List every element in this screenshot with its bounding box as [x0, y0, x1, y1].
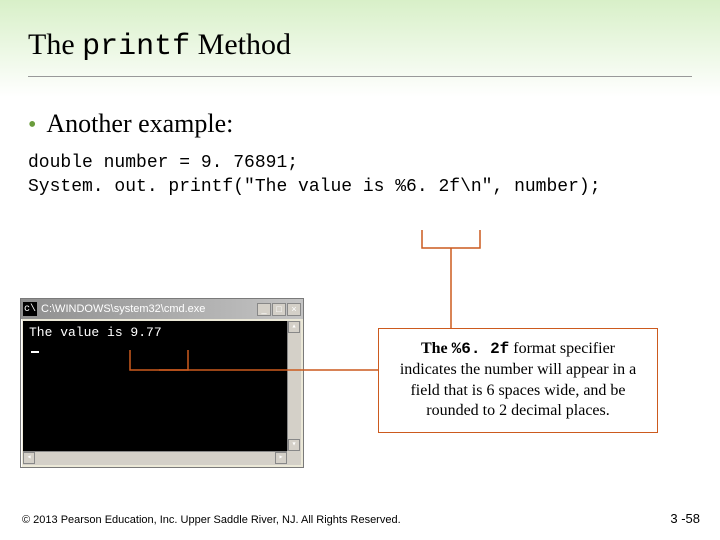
slide-title: The printf Method	[0, 0, 720, 72]
close-button[interactable]: ×	[287, 303, 301, 316]
page-number: 3 -58	[670, 511, 700, 526]
callout-pre: The	[421, 340, 452, 357]
console-titlebar: c\ C:\WINDOWS\system32\cmd.exe _ □ ×	[21, 299, 303, 319]
console-output: The value is 9.77	[29, 325, 162, 340]
scroll-right-button[interactable]: ▸	[275, 452, 287, 464]
code-block: double number = 9. 76891; System. out. p…	[0, 139, 720, 200]
console-output-area: The value is 9.77 ▴ ▾ ◂ ▸	[23, 321, 301, 465]
bullet-dot-icon: •	[28, 112, 36, 138]
console-title-text: C:\WINDOWS\system32\cmd.exe	[41, 303, 257, 315]
scrollbar-horizontal[interactable]: ◂ ▸	[23, 451, 287, 465]
bullet-text: Another example:	[46, 109, 233, 138]
code-line-2: System. out. printf("The value is %6. 2f…	[28, 177, 601, 197]
cmd-icon: c\	[23, 302, 37, 316]
callout-mono: %6. 2f	[452, 340, 510, 358]
bullet-row: • Another example:	[0, 77, 720, 139]
code-line-1: double number = 9. 76891;	[28, 153, 298, 173]
scroll-corner	[287, 451, 301, 465]
window-buttons: _ □ ×	[257, 303, 301, 316]
scroll-down-button[interactable]: ▾	[288, 439, 300, 451]
callout-box: The %6. 2f format specifier indicates th…	[378, 328, 658, 433]
title-pre: The	[28, 28, 82, 61]
scroll-up-button[interactable]: ▴	[288, 321, 300, 333]
console-window: c\ C:\WINDOWS\system32\cmd.exe _ □ × The…	[20, 298, 304, 468]
title-mono: printf	[82, 30, 190, 64]
footer-copyright: © 2013 Pearson Education, Inc. Upper Sad…	[22, 514, 401, 526]
maximize-button[interactable]: □	[272, 303, 286, 316]
cursor-icon	[31, 340, 39, 353]
scrollbar-vertical[interactable]: ▴ ▾	[287, 321, 301, 451]
scroll-left-button[interactable]: ◂	[23, 452, 35, 464]
title-post: Method	[190, 28, 291, 61]
minimize-button[interactable]: _	[257, 303, 271, 316]
